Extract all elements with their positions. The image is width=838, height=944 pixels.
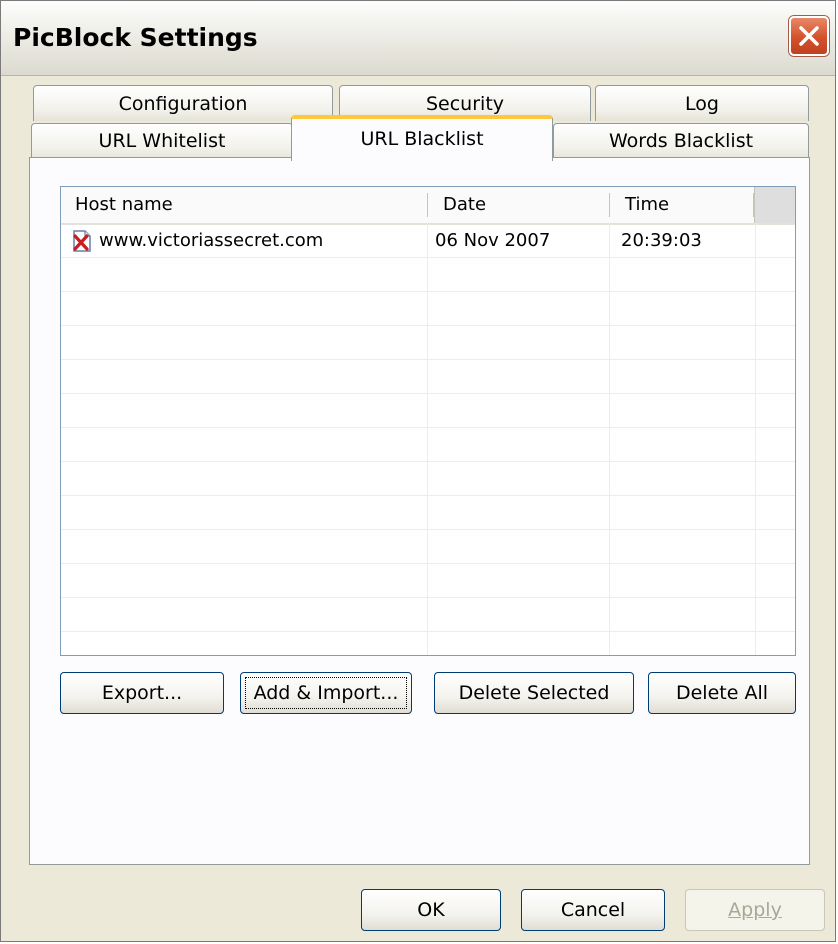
tab-label: URL Whitelist bbox=[98, 130, 226, 152]
grid-line bbox=[755, 223, 756, 655]
tab-label: Configuration bbox=[118, 93, 248, 115]
column-divider[interactable] bbox=[427, 193, 428, 217]
tab-label: Log bbox=[685, 93, 719, 115]
grid-line bbox=[61, 461, 795, 462]
settings-dialog: PicBlock Settings Configuration Security… bbox=[0, 0, 836, 942]
column-label: Time bbox=[625, 194, 670, 215]
grid-line bbox=[61, 291, 795, 292]
list-item[interactable]: www.victoriassecret.com 06 Nov 2007 20:3… bbox=[61, 224, 795, 258]
grid-line bbox=[61, 597, 795, 598]
grid-line bbox=[61, 393, 795, 394]
time-cell: 20:39:03 bbox=[621, 230, 702, 251]
apply-button[interactable]: Apply bbox=[685, 889, 825, 931]
tab-words-blacklist[interactable]: Words Blacklist bbox=[553, 123, 809, 159]
close-button[interactable] bbox=[789, 16, 829, 56]
grid-line bbox=[61, 631, 795, 632]
grid-line bbox=[61, 529, 795, 530]
delete-selected-button[interactable]: Delete Selected bbox=[434, 672, 634, 714]
column-host-name[interactable]: Host name bbox=[61, 187, 427, 223]
focus-ring bbox=[245, 677, 407, 709]
blacklist-list-view[interactable]: Host name Date Time www.victoriassecret.… bbox=[60, 186, 796, 656]
blocked-page-icon bbox=[73, 230, 91, 252]
tab-label: URL Blacklist bbox=[360, 128, 484, 150]
tab-configuration[interactable]: Configuration bbox=[33, 85, 333, 121]
header-filler bbox=[754, 187, 795, 223]
window-title: PicBlock Settings bbox=[13, 23, 258, 52]
apply-label: Apply bbox=[728, 899, 782, 921]
column-label: Date bbox=[443, 194, 487, 215]
cancel-button[interactable]: Cancel bbox=[521, 889, 665, 931]
column-date[interactable]: Date bbox=[429, 187, 609, 223]
grid-line bbox=[61, 563, 795, 564]
title-bar[interactable]: PicBlock Settings bbox=[1, 1, 835, 76]
tab-label: Security bbox=[425, 93, 505, 115]
url-blacklist-panel: Host name Date Time www.victoriassecret.… bbox=[29, 157, 810, 865]
add-import-button[interactable]: Add & Import... bbox=[240, 672, 412, 714]
date-cell: 06 Nov 2007 bbox=[435, 230, 551, 251]
column-label: Host name bbox=[75, 194, 173, 215]
grid-line bbox=[61, 495, 795, 496]
grid-line bbox=[61, 427, 795, 428]
tab-log[interactable]: Log bbox=[595, 85, 809, 121]
ok-button[interactable]: OK bbox=[361, 889, 501, 931]
grid-line bbox=[61, 359, 795, 360]
grid-line bbox=[61, 325, 795, 326]
close-icon bbox=[799, 26, 819, 46]
delete-all-button[interactable]: Delete All bbox=[648, 672, 796, 714]
tab-url-blacklist[interactable]: URL Blacklist bbox=[291, 115, 553, 161]
export-button[interactable]: Export... bbox=[60, 672, 224, 714]
column-divider[interactable] bbox=[609, 193, 610, 217]
grid-line bbox=[609, 223, 610, 655]
grid-line bbox=[427, 223, 428, 655]
tab-url-whitelist[interactable]: URL Whitelist bbox=[31, 123, 293, 159]
host-name-cell: www.victoriassecret.com bbox=[99, 230, 324, 251]
list-header: Host name Date Time bbox=[61, 187, 795, 225]
tab-label: Words Blacklist bbox=[608, 130, 754, 152]
column-time[interactable]: Time bbox=[611, 187, 751, 223]
